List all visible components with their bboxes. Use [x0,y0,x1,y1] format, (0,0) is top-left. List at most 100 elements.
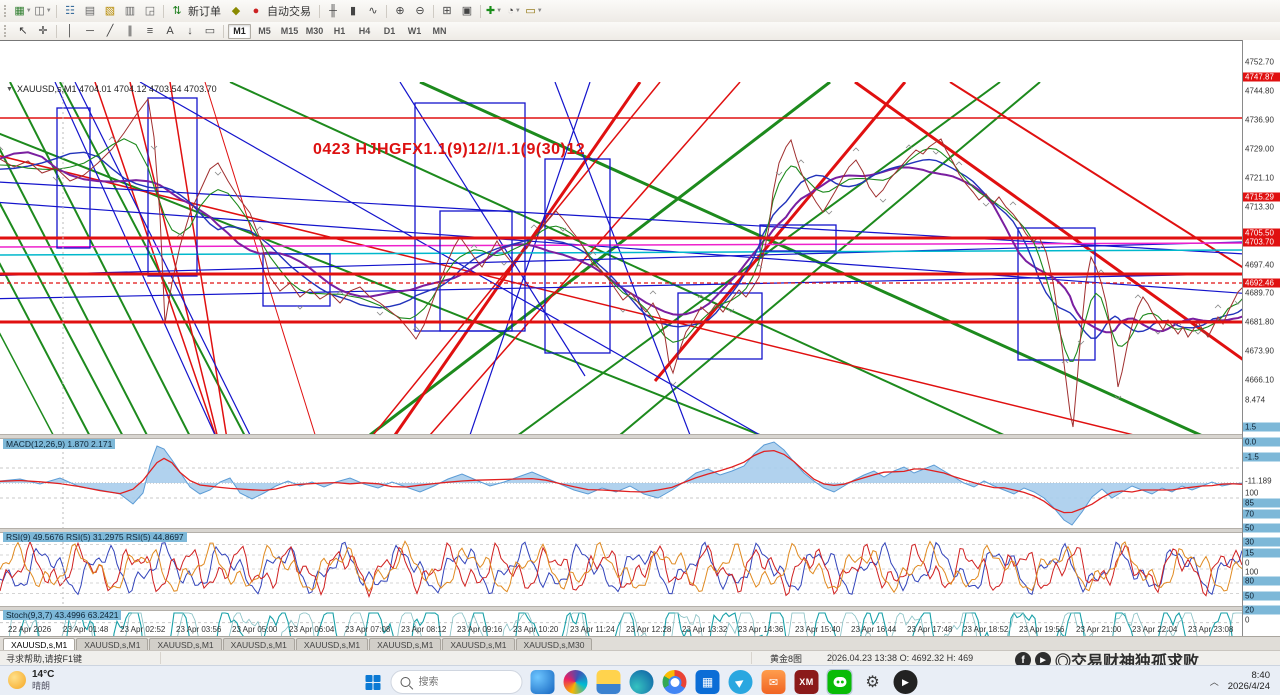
trendline-icon: ╱ [107,26,114,37]
taskbar-app-widgets[interactable] [530,669,556,695]
toolbar-equidistant-channel[interactable]: ∥ [121,24,139,39]
new-chart-icon: ▦ [14,6,24,17]
timeframe-button-m5[interactable]: M5 [253,24,276,39]
status-help-text: 寻求帮助,请按F1键 [0,652,161,664]
line-chart-type-icon: ∿ [368,6,377,17]
timeframe-button-h1[interactable]: H1 [328,24,351,39]
profiles-icon: ◫ [34,6,44,17]
terminal-icon: ▥ [125,6,135,17]
price-label: 4736.90 [1245,116,1279,125]
price-scale[interactable]: 4752.704747.874744.804736.904729.004721.… [1242,40,1280,636]
dropdown-arrow-icon: ▼ [46,8,52,14]
rsi-scale-label: 15 [1243,549,1280,558]
taskbar-app-telegram[interactable]: ▶ [728,669,754,695]
toolbar-cascade-windows[interactable]: ▣ [458,4,476,19]
dropdown-arrow-icon: ▼ [496,8,502,14]
mail-icon: ✉ [762,670,786,694]
macd-indicator-label[interactable]: MACD(12,26,9) 1.870 2.171 [3,439,115,449]
toolbar-terminal[interactable]: ▥ [121,4,139,19]
taskbar-clock[interactable]: 8:40 2026/4/24 [1228,670,1270,693]
time-label: 23 Apr 08:12 [401,625,446,634]
toolbar-zoom-in[interactable]: ⊕ [391,4,409,19]
toolbar-shapes-tool[interactable]: ▭ [201,24,219,39]
timeframe-button-m1[interactable]: M1 [228,24,251,39]
status-profile-name[interactable]: 黄金8图 [740,652,833,664]
timeframe-button-h4[interactable]: H4 [353,24,376,39]
taskbar-app-media[interactable]: ▶ [893,669,919,695]
toolbar-crosshair[interactable]: ✛ [34,24,52,39]
toolbar-market-watch[interactable]: ☷ [61,4,79,19]
stoch-indicator-label[interactable]: Stoch(9,3,7) 43.4996 63.2421 [3,610,121,620]
toolbar-metaeditor[interactable]: ◆ [227,4,245,19]
taskbar-app-chrome[interactable] [662,669,688,695]
taskbar-app-wechat[interactable] [827,669,853,695]
taskbar-app-settings[interactable]: ⚙ [860,669,886,695]
time-label: 23 Apr 10:20 [513,625,558,634]
time-label: 23 Apr 22:04 [1132,625,1177,634]
tray-chevron-icon[interactable]: ︿ [1210,675,1219,688]
toolbar-arrows-tool[interactable]: ↓ [181,24,199,39]
toolbar-candle-chart-type[interactable]: ▮ [344,4,362,19]
toolbar-zoom-out[interactable]: ⊖ [411,4,429,19]
rsi-scale-label: 50 [1243,524,1280,533]
timeframe-button-m15[interactable]: M15 [278,24,301,39]
taskbar-weather-widget[interactable]: 14°C 晴朗 [8,669,54,691]
horizontal-line-icon: ─ [86,26,94,37]
strategy-tester-icon: ◲ [145,6,155,17]
toolbar-auto-trading[interactable]: ● [247,4,265,19]
toolbar-line-chart-type[interactable]: ∿ [364,4,382,19]
timeframe-button-mn[interactable]: MN [428,24,451,39]
panel-splitter[interactable] [0,606,1243,611]
toolbar-fibonacci[interactable]: ≡ [141,24,159,39]
toolbar-text-tool[interactable]: A [161,24,179,39]
drawing-toolbar: ↖✛ │ ─ ╱ ∥ ≡ A↓▭ M1M5M15M30H1H4D1W1MN [0,22,1280,41]
timeframe-button-w1[interactable]: W1 [403,24,426,39]
market-watch-icon: ☷ [65,6,75,17]
toolbar-indicators[interactable]: ✚▼ [485,4,503,19]
toolbar-profiles[interactable]: ◫▼ [34,4,52,19]
toolbar-horizontal-line[interactable]: ─ [81,24,99,39]
search-input[interactable] [417,676,491,689]
taskbar-app-explorer[interactable] [596,669,622,695]
toolbar-trendline[interactable]: ╱ [101,24,119,39]
toolbar-vertical-line[interactable]: │ [61,24,79,39]
toolbar-cursor[interactable]: ↖ [14,24,32,39]
toolbar-templates[interactable]: ▭▼ [525,4,543,19]
toolbar-tile-windows[interactable]: ⊞ [438,4,456,19]
toolbar-auto-trading-label: 自动交易 [267,3,311,19]
taskbar-app-edge[interactable] [629,669,655,695]
cascade-windows-icon: ▣ [462,6,472,17]
toolbar-periods[interactable]: ◔▼ [505,4,523,19]
taskbar-app-copilot[interactable] [563,669,589,695]
stoch-scale-label: 100 [1245,568,1279,577]
start-button[interactable] [362,671,384,693]
fibonacci-icon: ≡ [147,26,153,37]
chat-bubble-icon [833,677,846,687]
chart-area[interactable]: ▼ XAUUSD,s,M1 4704.01 4704.12 4703.54 47… [0,40,1280,637]
toolbar-data-window[interactable]: ▤ [81,4,99,19]
toolbar-bar-chart-type[interactable]: ╫ [324,4,342,19]
toolbar-strategy-tester[interactable]: ◲ [141,4,159,19]
timeframe-button-d1[interactable]: D1 [378,24,401,39]
copilot-icon [564,670,588,694]
price-chart-canvas[interactable] [0,81,1243,665]
price-label: 4713.30 [1245,203,1279,212]
taskbar-search[interactable] [391,670,523,694]
chart-annotation-text[interactable]: 0423 HJHGFX1.1(9)12//1.1(9(30)12 [313,141,585,159]
sun-icon [8,671,26,689]
toolbar-new-order[interactable]: ⇅ [168,4,186,19]
price-label: 4666.10 [1245,376,1279,385]
zoom-in-icon: ⊕ [395,6,404,17]
taskbar-app-xm[interactable]: XM [794,669,820,695]
rsi-indicator-label[interactable]: RSI(9) 49.5676 RSI(5) 31.2975 RSI(5) 44.… [3,532,187,542]
time-label: 23 Apr 17:48 [907,625,952,634]
timeframe-button-m30[interactable]: M30 [303,24,326,39]
toolbar-navigator[interactable]: ▧ [101,4,119,19]
taskbar-app-mail[interactable]: ✉ [761,669,787,695]
toolbar-new-chart[interactable]: ▦▼ [14,4,32,19]
panel-splitter[interactable] [0,434,1243,439]
macd-scale-label: -11.189 [1245,477,1279,486]
time-scale[interactable]: 22 Apr 202623 Apr 01:4823 Apr 02:5223 Ap… [0,624,1243,636]
time-label: 23 Apr 16:44 [851,625,896,634]
taskbar-app-store[interactable]: ▦ [695,669,721,695]
